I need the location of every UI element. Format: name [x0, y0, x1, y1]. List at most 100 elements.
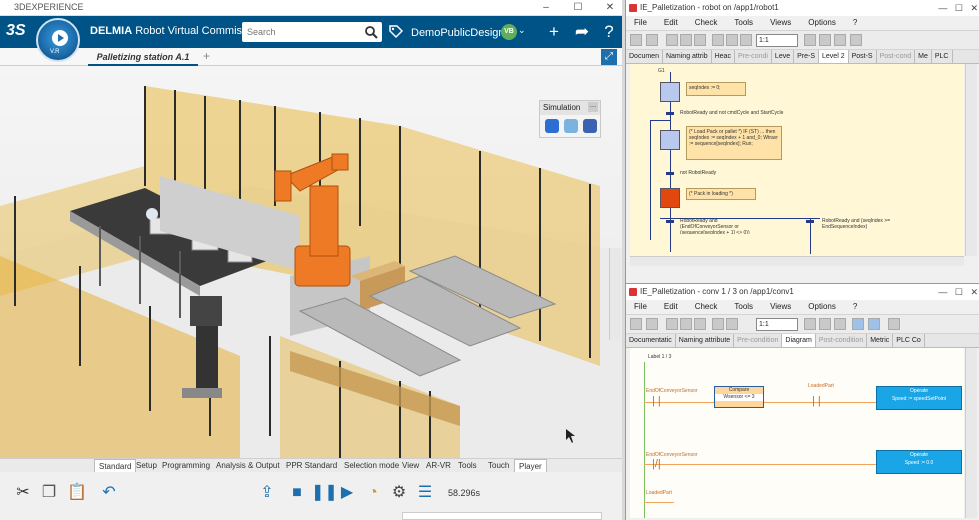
timeline-field[interactable] — [402, 512, 602, 520]
menu-item[interactable]: Check — [687, 18, 718, 27]
zoom-fit-icon[interactable] — [834, 34, 846, 46]
print-icon[interactable] — [646, 34, 658, 46]
tag-icon[interactable] — [388, 24, 404, 40]
save-icon[interactable] — [630, 34, 642, 46]
cut-icon[interactable] — [666, 318, 678, 330]
operate-coil[interactable]: Operate Speed := 0.0 — [876, 450, 962, 474]
tab-ar-vr[interactable]: AR-VR — [422, 459, 455, 473]
menu-item[interactable]: ? — [845, 18, 857, 27]
avatar[interactable]: VB — [501, 24, 517, 40]
share-icon[interactable]: ➦ — [572, 22, 592, 42]
menu-item[interactable]: Tools — [726, 302, 753, 311]
list-icon[interactable]: ☰ — [414, 482, 436, 504]
cut-icon[interactable]: ✂ — [12, 482, 34, 504]
tab-view[interactable]: View — [398, 459, 423, 473]
tab[interactable]: Documentatic — [626, 334, 676, 347]
tab[interactable]: Naming attrib — [663, 50, 712, 63]
copy-icon[interactable]: ❐ — [38, 482, 60, 504]
search-input[interactable] — [242, 22, 352, 42]
shield-icon[interactable] — [850, 34, 862, 46]
sfc-step-active[interactable] — [660, 188, 680, 208]
menu-item[interactable]: Options — [800, 302, 836, 311]
tab[interactable]: Pre-condi — [735, 50, 772, 63]
export-icon[interactable]: ⇪ — [256, 482, 278, 504]
tab[interactable]: Me — [915, 50, 932, 63]
expand-icon[interactable]: ⤢ — [601, 49, 617, 65]
zoom-select[interactable]: 1:1 — [756, 34, 798, 47]
sfc-transition[interactable] — [666, 112, 674, 115]
menu-item[interactable]: File — [626, 18, 647, 27]
tab-analysis-output[interactable]: Analysis & Output — [212, 459, 284, 473]
tab[interactable]: PLC — [932, 50, 953, 63]
check-icon[interactable] — [740, 34, 752, 46]
zoom-in-icon[interactable] — [804, 318, 816, 330]
more-icon[interactable]: … — [588, 102, 598, 112]
tab[interactable]: Post-condition — [816, 334, 868, 347]
menu-item[interactable]: ? — [845, 302, 857, 311]
horizontal-scrollbar[interactable] — [630, 256, 964, 266]
tab[interactable]: Level 2 — [819, 50, 849, 63]
sfc-transition[interactable] — [666, 220, 674, 223]
tab-ppr-standard[interactable]: PPR Standard — [282, 459, 341, 473]
tab[interactable]: Diagram — [782, 334, 816, 347]
tab[interactable]: Post-cond — [877, 50, 916, 63]
vertical-scrollbar[interactable] — [965, 64, 977, 256]
print-icon[interactable] — [646, 318, 658, 330]
side-toolbar[interactable] — [609, 248, 621, 340]
layout-icon[interactable] — [868, 318, 880, 330]
tab[interactable]: Pre-condition — [734, 334, 783, 347]
menu-item[interactable]: Check — [687, 302, 718, 311]
tab-setup[interactable]: Setup — [132, 459, 161, 473]
undo-icon[interactable] — [712, 318, 724, 330]
collab-space-selector[interactable]: DemoPublicDesign — [411, 27, 505, 39]
redo-icon[interactable] — [726, 318, 738, 330]
contact-icon[interactable]: |/| — [652, 458, 661, 470]
menu-item[interactable]: Edit — [656, 302, 678, 311]
chevron-down-icon[interactable]: ⌄ — [518, 25, 526, 36]
simulation-play-icon[interactable] — [545, 119, 559, 133]
menu-item[interactable]: File — [626, 302, 647, 311]
maximize-button[interactable]: ☐ — [566, 0, 590, 16]
simulation-settings-icon[interactable] — [583, 119, 597, 133]
3d-viewport[interactable] — [0, 66, 622, 458]
gear-icon[interactable]: ⚙ — [388, 482, 410, 504]
plus-icon[interactable]: + — [544, 22, 564, 42]
undo-icon[interactable] — [712, 34, 724, 46]
zoom-select[interactable]: 1:1 — [756, 318, 798, 331]
save-icon[interactable] — [630, 318, 642, 330]
undo-icon[interactable]: ↶ — [98, 482, 120, 504]
export-icon[interactable] — [888, 318, 900, 330]
tab-standard[interactable]: Standard — [94, 459, 137, 473]
grid-icon[interactable] — [852, 318, 864, 330]
tab-tools[interactable]: Tools — [454, 459, 481, 473]
operate-coil[interactable]: Operate Speed := speedSetPoint — [876, 386, 962, 410]
menu-item[interactable]: Options — [800, 18, 836, 27]
tab[interactable]: Metric — [867, 334, 894, 347]
help-icon[interactable]: ? — [599, 22, 619, 42]
stop-icon[interactable]: ■ — [286, 482, 308, 504]
contact-icon[interactable]: | | — [812, 395, 821, 407]
menu-item[interactable]: Edit — [656, 18, 678, 27]
window-controls[interactable]: — ☐ ✕ — [938, 0, 978, 16]
sfc-action[interactable]: seqIndex := 0; — [686, 82, 746, 96]
sfc-diagram[interactable]: G1 seqIndex := 0; RobotReady and not cmd… — [630, 64, 964, 256]
sfc-step[interactable] — [660, 82, 680, 102]
tab[interactable]: Post-S — [849, 50, 877, 63]
tab-selection-mode[interactable]: Selection mode — [340, 459, 403, 473]
menu-item[interactable]: Views — [762, 18, 791, 27]
add-tab-button[interactable]: + — [203, 49, 210, 63]
speed-gauge-icon[interactable]: ◔ — [362, 482, 384, 504]
redo-icon[interactable] — [726, 34, 738, 46]
tab-touch[interactable]: Touch — [484, 459, 513, 473]
simulation-step-icon[interactable] — [564, 119, 578, 133]
compare-block[interactable]: Compare Wsensor <= 3 — [714, 386, 764, 408]
paste-icon[interactable]: 📋 — [66, 482, 88, 504]
search-icon[interactable] — [364, 25, 378, 39]
cut-icon[interactable] — [666, 34, 678, 46]
minimize-button[interactable]: – — [534, 0, 558, 16]
zoom-out-icon[interactable] — [819, 318, 831, 330]
sfc-transition[interactable] — [666, 172, 674, 175]
zoom-in-icon[interactable] — [804, 34, 816, 46]
tab[interactable]: Leve — [772, 50, 795, 63]
tab-player[interactable]: Player — [514, 459, 547, 473]
